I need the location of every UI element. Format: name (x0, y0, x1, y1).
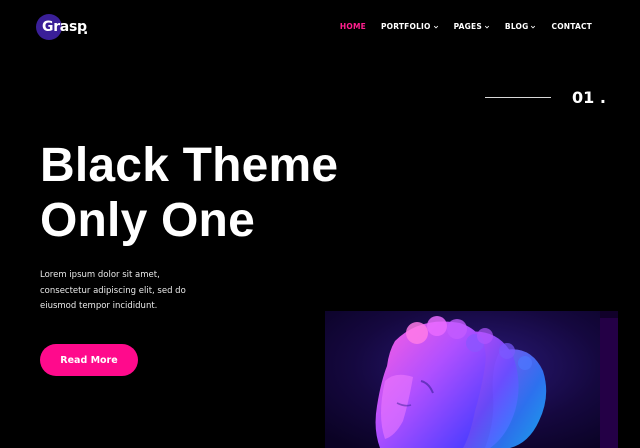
brand-dot: . (83, 22, 89, 38)
nav-item-portfolio[interactable]: PORTFOLIO (381, 22, 439, 31)
hero-title-line-2: Only One (40, 194, 255, 247)
slide-number: 01 . (572, 88, 606, 107)
nav-item-blog[interactable]: BLOG (505, 22, 537, 31)
nav-label-blog: BLOG (504, 22, 529, 31)
nav-item-contact[interactable]: CONTACT (551, 22, 592, 31)
main-nav: HOME PORTFOLIO PAGES BLOG CONTACT (340, 22, 592, 31)
read-more-button[interactable]: Read More (40, 344, 138, 376)
nav-label-home: HOME (339, 22, 366, 31)
nav-item-pages[interactable]: PAGES (454, 22, 490, 31)
nav-label-portfolio: PORTFOLIO (380, 22, 431, 31)
hero-title: Black Theme Only One (40, 138, 338, 248)
hero-image (325, 311, 600, 448)
hero-title-line-1: Black Theme (40, 139, 339, 192)
sculpture-heads-illustration (325, 311, 600, 448)
chevron-down-icon (433, 25, 438, 28)
nav-label-pages: PAGES (453, 22, 482, 31)
nav-item-home[interactable]: HOME (340, 22, 366, 31)
hero-image-shadow (600, 318, 618, 448)
chevron-down-icon (484, 25, 490, 28)
brand-name: Grasp (42, 19, 87, 35)
hero-description: Lorem ipsum dolor sit amet, consectetur … (40, 270, 186, 311)
slide-divider-line (485, 97, 551, 98)
chevron-down-icon (531, 25, 536, 28)
nav-label-contact: CONTACT (551, 22, 592, 31)
brand-logo[interactable]: Grasp . (36, 14, 96, 42)
